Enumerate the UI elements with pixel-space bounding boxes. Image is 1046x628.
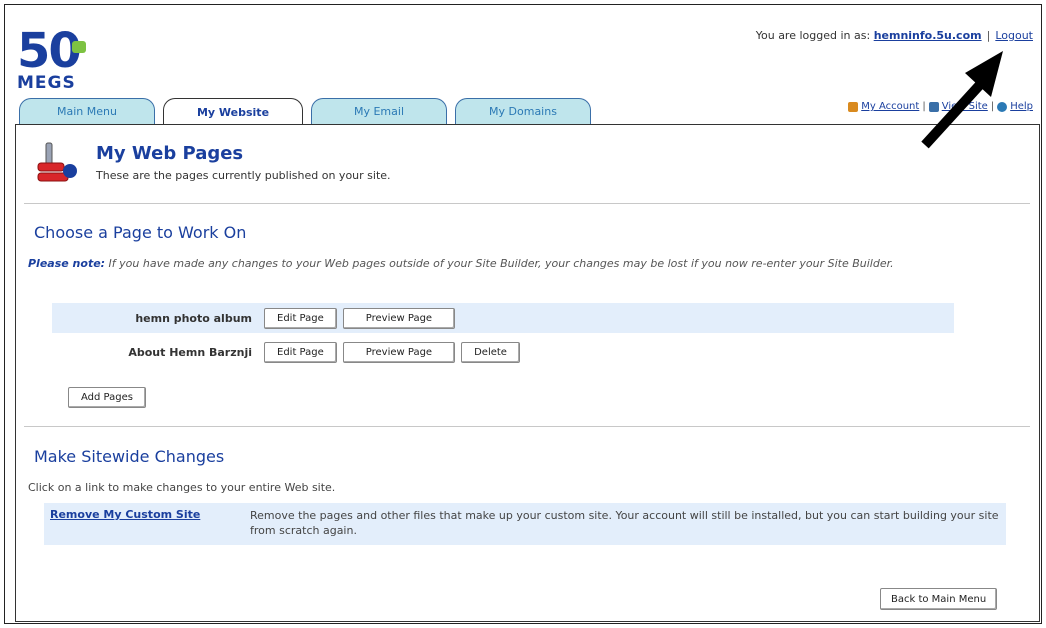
page-name: About Hemn Barznji [128, 345, 252, 359]
page-row: hemn photo album Edit Page Preview Page [52, 303, 954, 333]
note-label: Please note: [28, 257, 106, 270]
tools-icon [37, 142, 77, 182]
logo-digits: 50 [17, 23, 82, 79]
brand-logo[interactable]: 50 MEGS [17, 23, 107, 92]
divider [24, 203, 1030, 204]
remove-site-row: Remove My Custom Site Remove the pages a… [44, 503, 1006, 545]
edit-page-button[interactable]: Edit Page [264, 307, 337, 329]
tab-my-website[interactable]: My Website [163, 98, 303, 125]
tab-main-menu[interactable]: Main Menu [19, 98, 155, 124]
page-name: hemn photo album [135, 311, 252, 325]
edit-page-button[interactable]: Edit Page [264, 341, 337, 363]
sitewide-intro: Click on a link to make changes to your … [28, 481, 336, 494]
page-frame: 50 MEGS You are logged in as: hemninfo.5… [4, 4, 1042, 624]
remove-site-description: Remove the pages and other files that ma… [250, 509, 999, 537]
pointer-arrow-icon [921, 51, 1003, 149]
main-panel: My Web Pages These are the pages current… [15, 124, 1040, 622]
page-title: My Web Pages [96, 143, 244, 164]
tab-my-email[interactable]: My Email [311, 98, 447, 124]
page-subtitle: These are the pages currently published … [96, 169, 391, 182]
logo-green-dot [72, 41, 86, 53]
preview-page-button[interactable]: Preview Page [342, 307, 456, 329]
preview-page-button[interactable]: Preview Page [342, 341, 456, 363]
add-pages-button[interactable]: Add Pages [68, 387, 146, 408]
main-tabs: Main Menu My Website My Email My Domains [19, 98, 591, 125]
choose-page-heading: Choose a Page to Work On [34, 223, 247, 242]
back-to-main-menu-button[interactable]: Back to Main Menu [880, 588, 998, 610]
delete-page-button[interactable]: Delete [461, 341, 520, 363]
tab-my-domains[interactable]: My Domains [455, 98, 591, 124]
page-row: About Hemn Barznji Edit Page Preview Pag… [52, 337, 954, 367]
account-icon [848, 101, 859, 112]
site-builder-note: Please note: If you have made any change… [28, 257, 1018, 271]
divider [24, 426, 1030, 427]
remove-custom-site-link[interactable]: Remove My Custom Site [50, 508, 200, 521]
login-prefix: You are logged in as: [755, 29, 871, 42]
note-text: If you have made any changes to your Web… [105, 257, 894, 270]
sitewide-heading: Make Sitewide Changes [34, 447, 225, 466]
